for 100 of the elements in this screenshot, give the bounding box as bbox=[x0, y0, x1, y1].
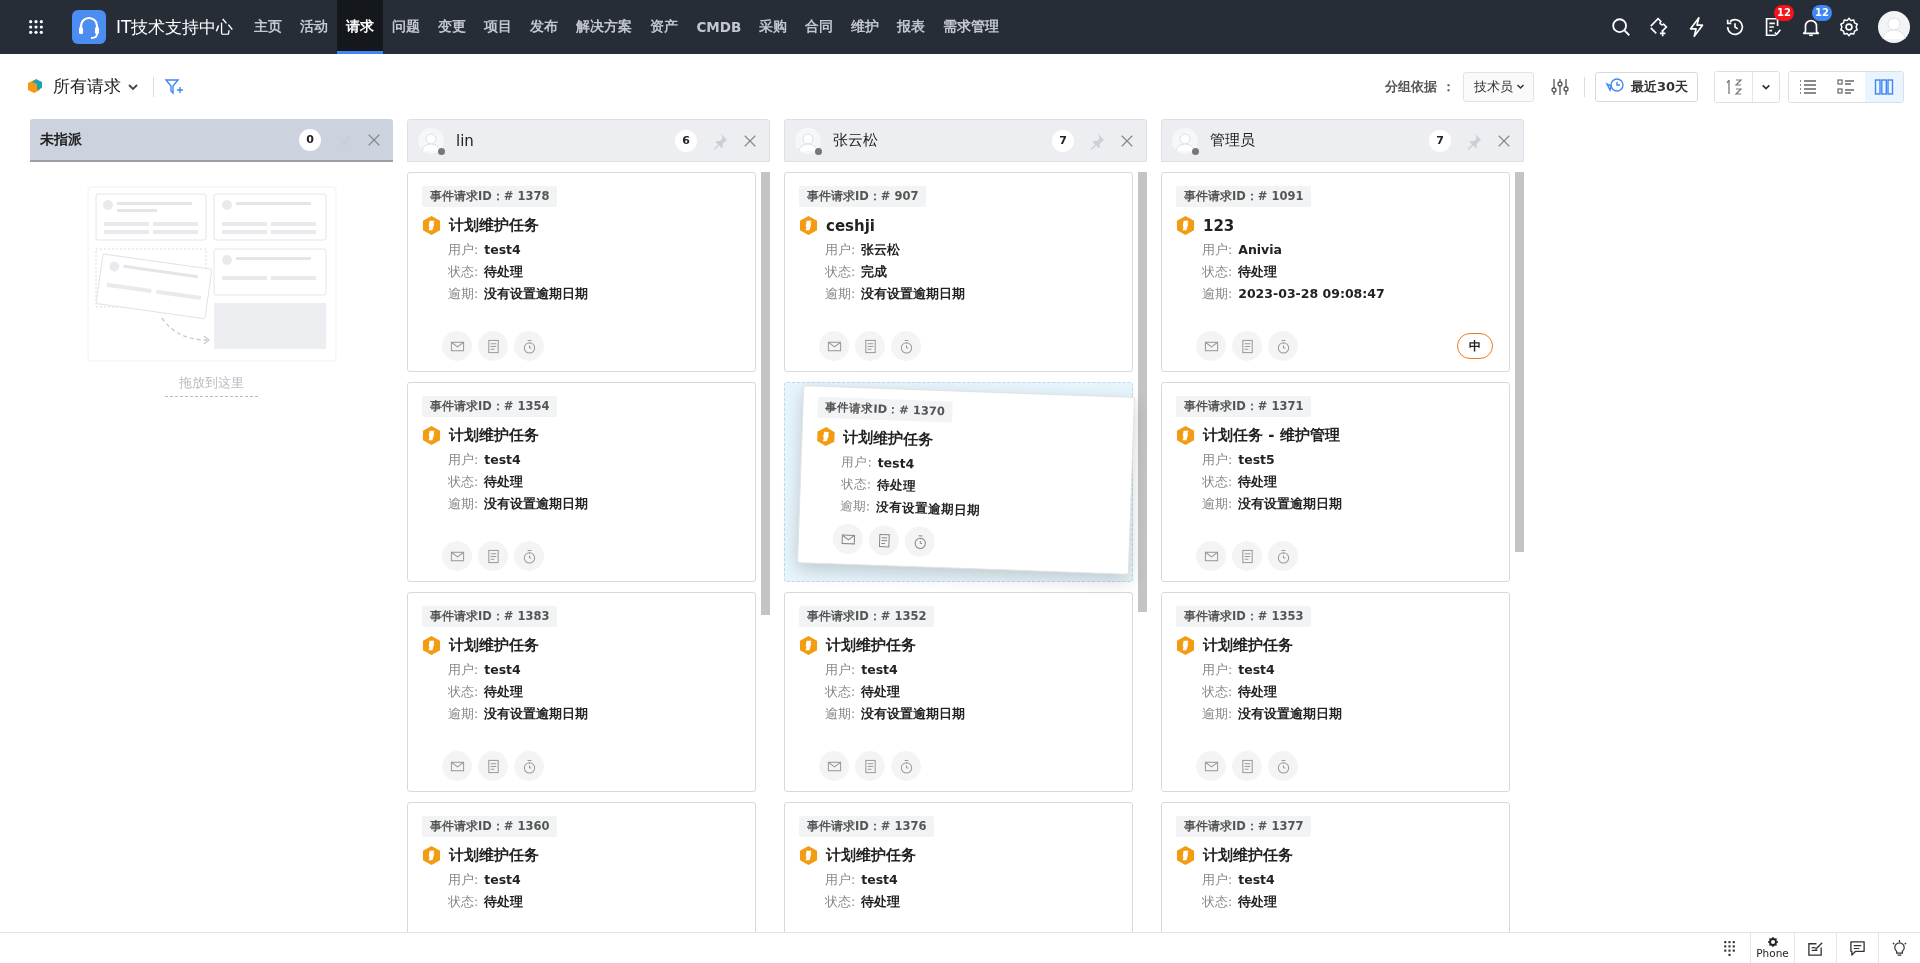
field-label: 逾期: bbox=[448, 286, 479, 301]
group-by-select[interactable]: 技术员 bbox=[1462, 71, 1534, 102]
ticket-title[interactable]: 计划维护任务 bbox=[1203, 846, 1293, 865]
nav-tab[interactable]: 合同 bbox=[796, 0, 843, 54]
pin-icon[interactable] bbox=[1465, 131, 1483, 150]
notes-button[interactable] bbox=[478, 331, 508, 361]
pin-icon[interactable] bbox=[711, 131, 729, 150]
ticket-title[interactable]: 计划维护任务 bbox=[826, 846, 916, 865]
email-button[interactable] bbox=[819, 751, 849, 781]
ticket-title[interactable]: 计划维护任务 bbox=[1203, 636, 1293, 655]
nav-tab[interactable]: 维护 bbox=[842, 0, 889, 54]
ticket-title[interactable]: 计划维护任务 bbox=[449, 846, 539, 865]
notes-button[interactable] bbox=[478, 751, 508, 781]
view-selector[interactable]: 所有请求 bbox=[45, 75, 127, 98]
ticket-card[interactable]: 事件请求ID：# 1371 计划任务 - 维护管理 用户: test5 状态: 待处理 逾期: 没有设置逾期日期 bbox=[1161, 382, 1510, 582]
field-label: 用户: bbox=[825, 872, 856, 887]
ticket-title[interactable]: 计划维护任务 bbox=[826, 636, 916, 655]
nav-tab[interactable]: 活动 bbox=[291, 0, 338, 54]
ticket-card[interactable]: 事件请求ID：# 1354 计划维护任务 用户: test4 状态: 待处理 逾期: 没有设置逾期日期 bbox=[407, 382, 756, 582]
timer-button[interactable] bbox=[1268, 331, 1298, 361]
nav-tab[interactable]: 变更 bbox=[429, 0, 476, 54]
notes-button[interactable] bbox=[478, 541, 508, 571]
nav-tab[interactable]: 采购 bbox=[750, 0, 797, 54]
ticket-card[interactable]: 事件请求ID：# 1376 计划维护任务 用户: test4 状态: 待处理 bbox=[784, 802, 1133, 932]
timer-button[interactable] bbox=[1268, 751, 1298, 781]
settings-icon[interactable] bbox=[1838, 16, 1860, 38]
timer-button[interactable] bbox=[1268, 541, 1298, 571]
board-view-button[interactable] bbox=[1865, 71, 1903, 102]
notes-button[interactable] bbox=[868, 524, 900, 556]
scrollbar[interactable] bbox=[761, 172, 770, 615]
notes-button[interactable] bbox=[1232, 751, 1262, 781]
filter-add-icon[interactable] bbox=[164, 76, 184, 97]
notes-button[interactable] bbox=[1232, 331, 1262, 361]
date-range-button[interactable]: 最近30天 bbox=[1594, 71, 1698, 102]
ticket-title[interactable]: 计划维护任务 bbox=[449, 216, 539, 235]
email-button[interactable] bbox=[832, 523, 864, 555]
lightbulb-icon[interactable] bbox=[1891, 939, 1908, 957]
close-icon[interactable] bbox=[367, 132, 381, 147]
timer-button[interactable] bbox=[891, 751, 921, 781]
dragged-ticket-card[interactable]: 事件请求ID：# 1370 计划维护任务 用户: test4 状态: 待处理 逾期: 没有设置逾期日期 bbox=[797, 385, 1135, 575]
scrollbar[interactable] bbox=[1515, 172, 1524, 552]
notes-button[interactable] bbox=[855, 331, 885, 361]
email-button[interactable] bbox=[442, 751, 472, 781]
timer-button[interactable] bbox=[514, 541, 544, 571]
ticket-card[interactable]: 事件请求ID：# 1378 计划维护任务 用户: test4 状态: 待处理 逾期: 没有设置逾期日期 bbox=[407, 172, 756, 372]
note-icon bbox=[876, 532, 892, 548]
nav-tab[interactable]: 需求管理 bbox=[934, 0, 1009, 54]
notes-button[interactable] bbox=[855, 751, 885, 781]
ticket-title[interactable]: ceshji bbox=[826, 216, 875, 235]
ticket-card[interactable]: 事件请求ID：# 1383 计划维护任务 用户: test4 状态: 待处理 逾期: 没有设置逾期日期 bbox=[407, 592, 756, 792]
ticket-card[interactable]: 事件请求ID：# 1377 计划维护任务 用户: test4 状态: 待处理 bbox=[1161, 802, 1510, 932]
ticket-title[interactable]: 123 bbox=[1203, 216, 1235, 235]
ticket-card[interactable]: 事件请求ID：# 1091 123 用户: Anivia 状态: 待处理 逾期: 2023-03-28 09:08:47 中 bbox=[1161, 172, 1510, 372]
search-icon[interactable] bbox=[1610, 16, 1632, 38]
email-button[interactable] bbox=[1196, 331, 1226, 361]
timer-button[interactable] bbox=[514, 751, 544, 781]
nav-tab[interactable]: 问题 bbox=[383, 0, 430, 54]
close-icon[interactable] bbox=[1120, 133, 1134, 148]
nav-tab[interactable]: 项目 bbox=[475, 0, 522, 54]
ticket-title[interactable]: 计划维护任务 bbox=[449, 636, 539, 655]
ticket-card[interactable]: 事件请求ID：# 1353 计划维护任务 用户: test4 状态: 待处理 逾期: 没有设置逾期日期 bbox=[1161, 592, 1510, 792]
scrollbar[interactable] bbox=[1138, 172, 1147, 612]
sort-button[interactable] bbox=[1715, 71, 1753, 102]
email-button[interactable] bbox=[819, 331, 849, 361]
nav-tab[interactable]: 请求 bbox=[337, 0, 384, 54]
avatar bbox=[795, 127, 821, 154]
ticket-title[interactable]: 计划维护任务 bbox=[449, 426, 539, 445]
ticket-card[interactable]: 事件请求ID：# 1360 计划维护任务 用户: test4 状态: 待处理 bbox=[407, 802, 756, 932]
nav-tab[interactable]: 资产 bbox=[641, 0, 688, 54]
email-button[interactable] bbox=[442, 331, 472, 361]
ticket-plus-icon[interactable] bbox=[1648, 16, 1670, 38]
ticket-card[interactable]: 事件请求ID：# 907 ceshji 用户: 张云松 状态: 完成 逾期: 没有设置逾期日期 bbox=[784, 172, 1133, 372]
dialpad-icon[interactable] bbox=[1721, 939, 1738, 957]
nav-tab[interactable]: 主页 bbox=[245, 0, 292, 54]
nav-tab[interactable]: 解决方案 bbox=[567, 0, 642, 54]
email-button[interactable] bbox=[1196, 541, 1226, 571]
timer-button[interactable] bbox=[904, 525, 936, 557]
pin-icon[interactable] bbox=[1088, 131, 1106, 150]
nav-tab[interactable]: 报表 bbox=[888, 0, 935, 54]
apps-menu-icon[interactable] bbox=[28, 19, 44, 35]
ticket-title[interactable]: 计划维护任务 bbox=[843, 427, 934, 450]
field-value: 待处理 bbox=[1238, 684, 1278, 699]
email-button[interactable] bbox=[1196, 751, 1226, 781]
timer-button[interactable] bbox=[514, 331, 544, 361]
mail-icon bbox=[840, 531, 856, 547]
history-icon[interactable] bbox=[1724, 16, 1746, 38]
notes-button[interactable] bbox=[1232, 541, 1262, 571]
nav-tab[interactable]: CMDB bbox=[687, 0, 751, 54]
ticket-card[interactable]: 事件请求ID：# 1352 计划维护任务 用户: test4 状态: 待处理 逾期: 没有设置逾期日期 bbox=[784, 592, 1133, 792]
field-label: 用户: bbox=[841, 453, 873, 470]
timer-button[interactable] bbox=[891, 331, 921, 361]
field-label: 用户: bbox=[825, 242, 856, 257]
chat-icon[interactable] bbox=[1849, 939, 1866, 957]
sliders-icon[interactable] bbox=[1549, 76, 1570, 97]
nav-tab[interactable]: 发布 bbox=[521, 0, 568, 54]
close-icon[interactable] bbox=[1497, 133, 1511, 148]
user-avatar[interactable] bbox=[1878, 11, 1910, 43]
email-button[interactable] bbox=[442, 541, 472, 571]
ticket-title[interactable]: 计划任务 - 维护管理 bbox=[1203, 426, 1340, 445]
close-icon[interactable] bbox=[743, 133, 757, 148]
